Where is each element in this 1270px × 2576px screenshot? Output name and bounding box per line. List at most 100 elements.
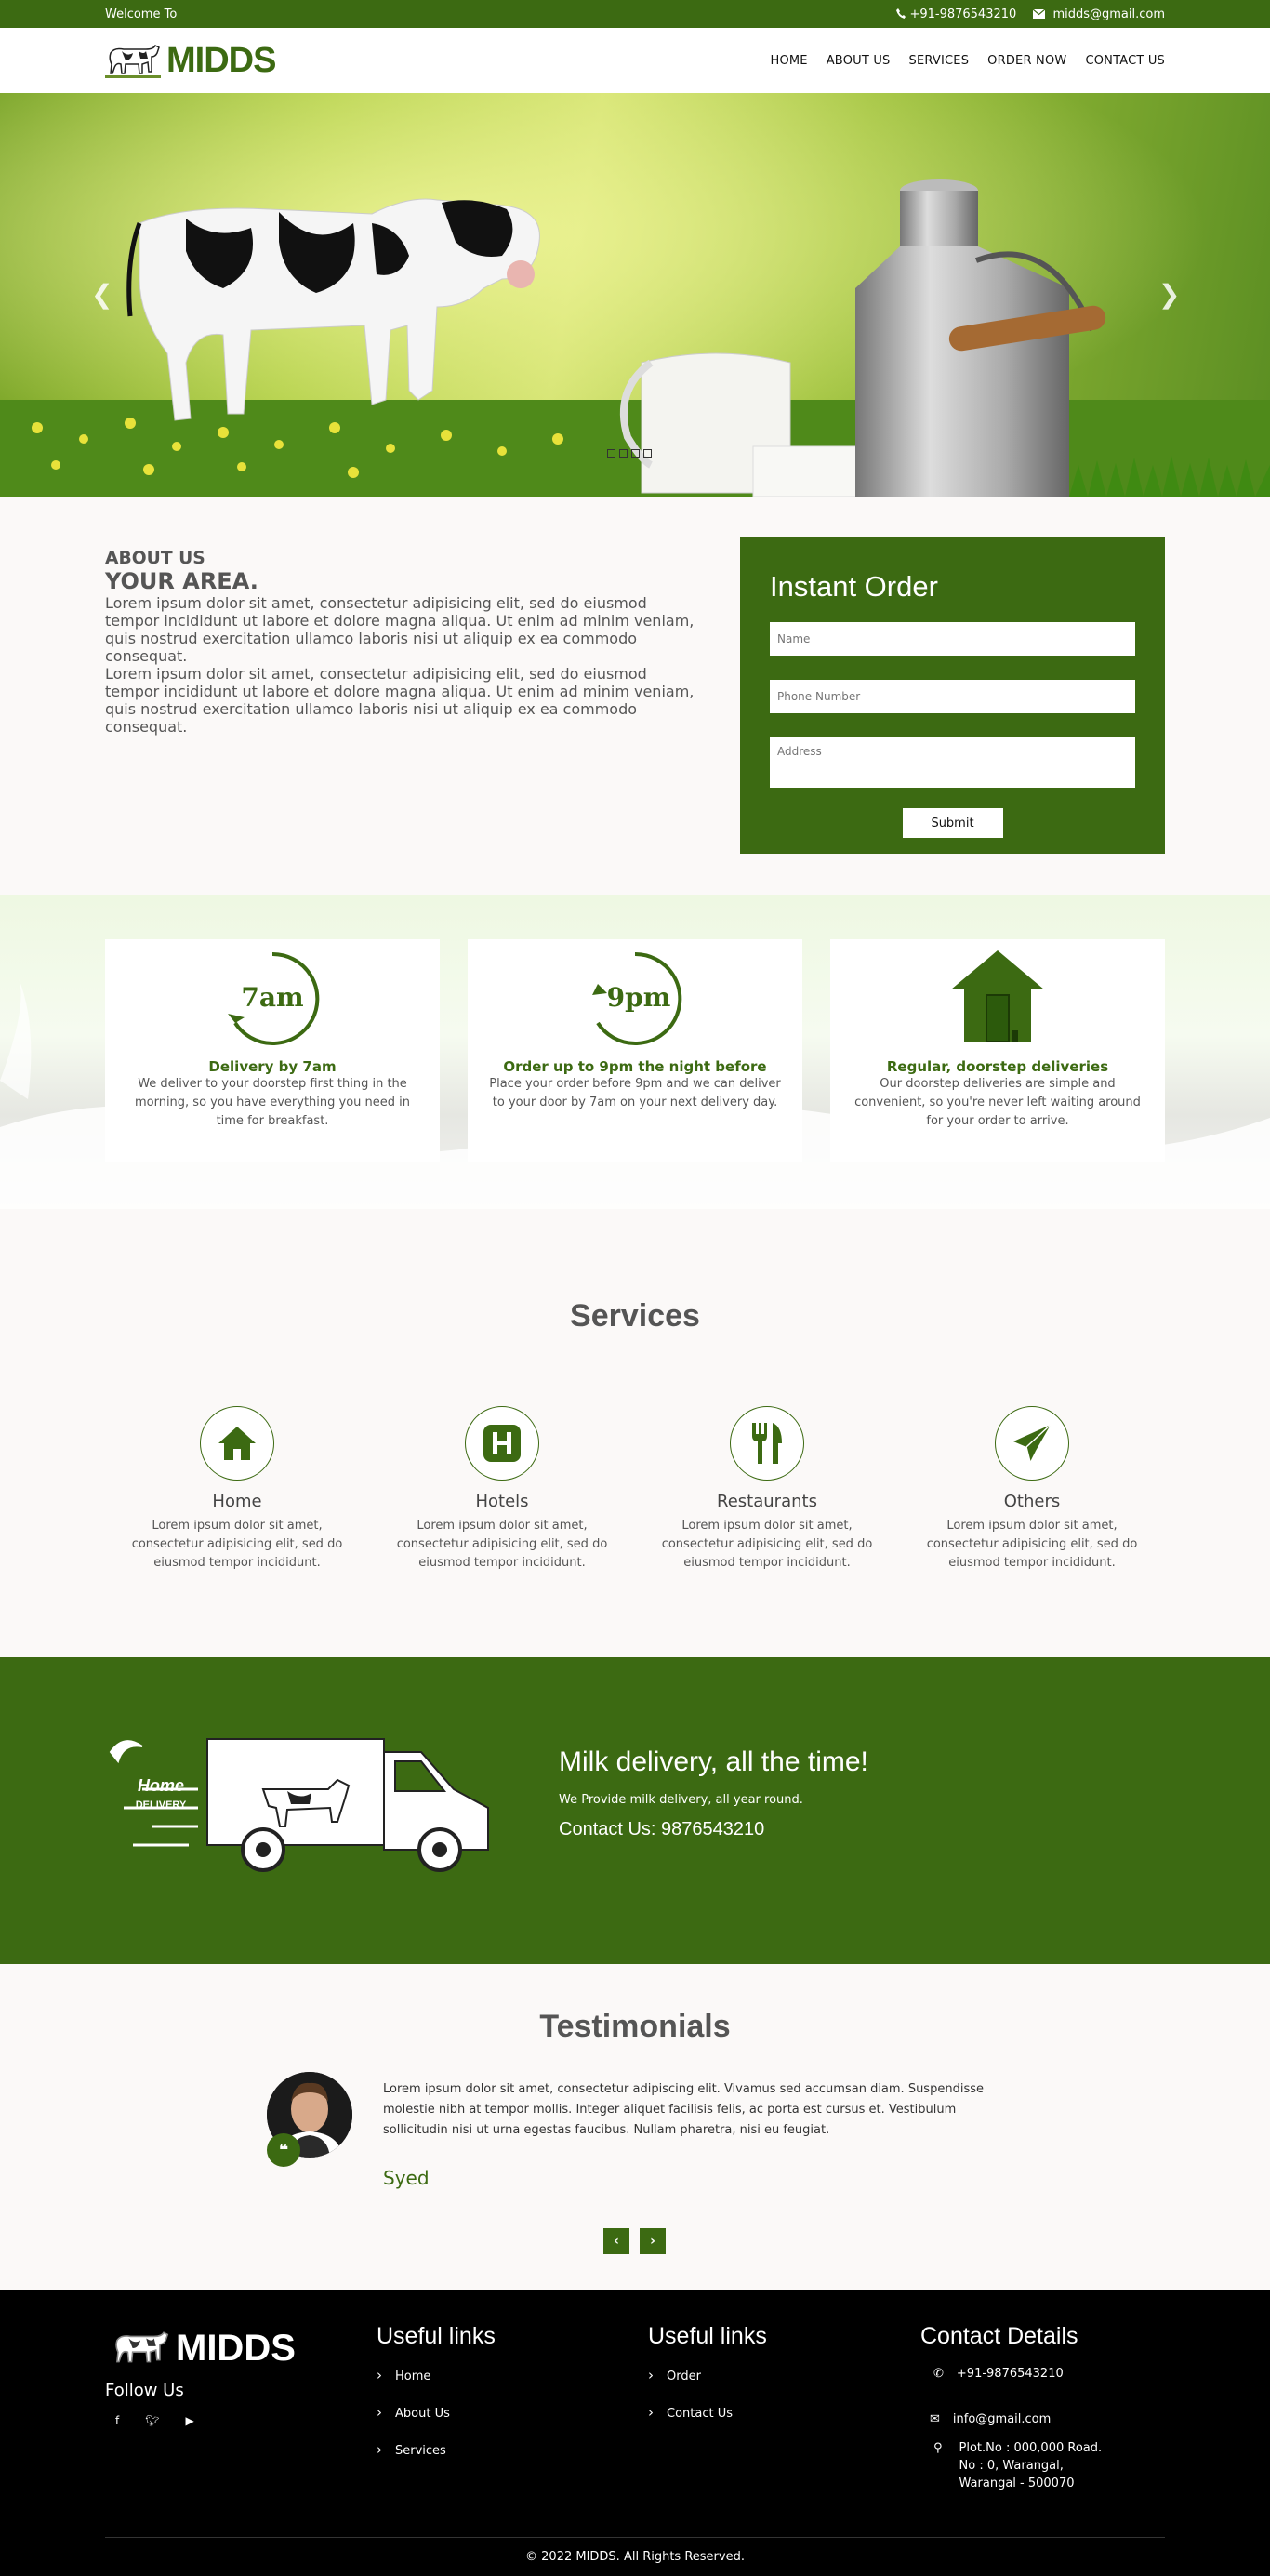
home-icon [218,1427,256,1460]
house-door-icon [951,950,1044,1042]
nav-about[interactable]: ABOUT US [827,54,891,68]
hero-carousel: ❮ ❯ [0,93,1270,497]
envelope-icon: ✉ [930,2412,940,2426]
testimonial-next-button[interactable]: › [640,2228,666,2254]
delivery-van-illustration: Home DELIVERY [109,1738,489,1872]
footer-link-services[interactable]: Services [377,2441,496,2458]
map-marker-icon: ⚲ [933,2441,943,2455]
facebook-icon[interactable]: f [115,2414,119,2427]
feature-card: 9pm Order up to 9pm the night before Pla… [468,939,802,1162]
about-heading: ABOUT US [105,549,205,568]
submit-button[interactable]: Submit [902,808,1003,838]
testimonial-text: Lorem ipsum dolor sit amet, consectetur … [383,2082,984,2137]
social-links: f 🐦︎ ▶ [115,2414,194,2427]
service-title: Others [1003,1492,1061,1511]
site-logo[interactable]: MIDDS [105,40,276,81]
nav-home[interactable]: HOME [770,54,807,68]
brand-name: MIDDS [166,40,276,80]
cow-logo-icon [115,2331,169,2363]
testimonial-prev-button[interactable]: ‹ [603,2228,629,2254]
order-title: Instant Order [770,570,938,603]
about-paragraph: Lorem ipsum dolor sit amet, consectetur … [105,594,695,665]
clock-badge: 7am [241,982,303,1013]
main-nav: HOME ABOUT US SERVICES ORDER NOW CONTACT… [770,54,1165,68]
services-section: Services Home Lorem ipsum dolor sit amet… [0,1209,1270,1657]
about-section: ABOUT US YOUR AREA. Lorem ipsum dolor si… [105,549,705,736]
phone-icon: ✆ [933,2367,944,2381]
services-title: Services [570,1298,700,1334]
carousel-dot[interactable] [607,449,615,458]
top-bar: Welcome To +91-9876543210 midds@gmail.co… [0,0,1270,28]
nav-services[interactable]: SERVICES [909,54,970,68]
van-label-home: Home [138,1776,184,1795]
service-title: Restaurants [717,1492,817,1511]
feature-title: Delivery by 7am [208,1058,337,1075]
service-item: Others Lorem ipsum dolor sit amet, conse… [920,1406,1144,1573]
feature-card: 7am Delivery by 7am We deliver to your d… [105,939,440,1162]
instant-order-form: Instant Order Submit [740,537,1165,854]
twitter-icon[interactable]: 🐦︎ [145,2414,159,2427]
phone-input[interactable] [770,680,1135,713]
contact-details-title: Contact Details [920,2323,1078,2349]
footer-links-column: Useful links Home About Us Services [377,2323,496,2478]
service-text: Lorem ipsum dolor sit amet, consectetur … [396,1519,608,1570]
feature-text: Our doorstep deliveries are simple and c… [854,1077,1141,1128]
name-input[interactable] [770,622,1135,656]
address-input[interactable] [770,737,1135,788]
service-item: Hotels Lorem ipsum dolor sit amet, conse… [390,1406,614,1573]
testimonials-section: Testimonials ❝ Lorem ipsum dolor sit ame… [0,1964,1270,2290]
service-icon-circle [730,1406,804,1481]
feature-title: Regular, doorstep deliveries [886,1058,1109,1075]
testimonial-author: Syed [383,2167,430,2189]
hero-next-button[interactable]: ❯ [1158,279,1180,310]
quote-icon: ❝ [267,2133,300,2167]
site-footer: MIDDS Follow Us f 🐦︎ ▶ Useful links Home… [0,2290,1270,2576]
footer-link-about[interactable]: About Us [377,2404,496,2421]
feature-title: Order up to 9pm the night before [503,1058,767,1075]
youtube-icon[interactable]: ▶ [185,2414,193,2427]
topbar-email[interactable]: midds@gmail.com [1032,7,1165,21]
nav-order[interactable]: ORDER NOW [987,54,1066,68]
feature-card: Regular, doorstep deliveries Our doorste… [830,939,1165,1162]
testimonials-title: Testimonials [539,2009,731,2044]
about-paragraph: Lorem ipsum dolor sit amet, consectetur … [105,665,695,736]
feature-text: We deliver to your doorstep first thing … [134,1077,411,1128]
cow-logo-icon [105,44,161,78]
footer-links-column: Useful links Order Contact Us [648,2323,767,2441]
carousel-dot[interactable] [619,449,628,458]
restaurant-icon [752,1423,782,1464]
topbar-phone[interactable]: +91-9876543210 [896,7,1016,21]
delivery-contact[interactable]: Contact Us: 9876543210 [559,1819,764,1840]
footer-links-title: Useful links [648,2323,767,2349]
footer-divider [105,2537,1165,2538]
footer-link-contact[interactable]: Contact Us [648,2404,767,2421]
footer-link-home[interactable]: Home [377,2367,496,2383]
service-icon-circle [200,1406,274,1481]
about-subheading: YOUR AREA. [105,568,258,594]
footer-phone[interactable]: ✆ +91-9876543210 [920,2365,1162,2383]
paper-plane-icon [1013,1424,1052,1463]
carousel-dot[interactable] [643,449,652,458]
main-header: MIDDS HOME ABOUT US SERVICES ORDER NOW C… [0,28,1270,93]
nav-contact[interactable]: CONTACT US [1085,54,1165,68]
contact-details-column: Contact Details ✆ +91-9876543210 ✉ info@gm… [920,2323,1162,2492]
service-title: Home [212,1492,262,1511]
footer-links-title: Useful links [377,2323,496,2349]
hero-image [0,93,1270,497]
service-text: Lorem ipsum dolor sit amet, consectetur … [926,1519,1138,1570]
footer-link-order[interactable]: Order [648,2367,767,2383]
footer-address: ⚲ Plot.No : 000,000 Road. No : 0, Waranga… [933,2441,1103,2490]
carousel-indicators [607,449,652,458]
clock-badge: 9pm [607,982,671,1013]
footer-logo[interactable]: MIDDS [111,2327,296,2370]
footer-brand-name: MIDDS [176,2327,296,2369]
clock-9pm-icon: 9pm [592,951,682,1045]
carousel-dot[interactable] [631,449,640,458]
delivery-subtitle: We Provide milk delivery, all year round… [559,1793,803,1807]
features-section: 7am Delivery by 7am We deliver to your d… [0,895,1270,1209]
footer-email[interactable]: ✉ info@gmail.com [920,2410,1162,2428]
hero-prev-button[interactable]: ❮ [91,279,112,310]
delivery-title: Milk delivery, all the time! [559,1746,868,1777]
delivery-banner: Home DELIVERY Milk delivery, all the tim… [0,1657,1270,1964]
follow-us-label: Follow Us [105,2381,184,2400]
